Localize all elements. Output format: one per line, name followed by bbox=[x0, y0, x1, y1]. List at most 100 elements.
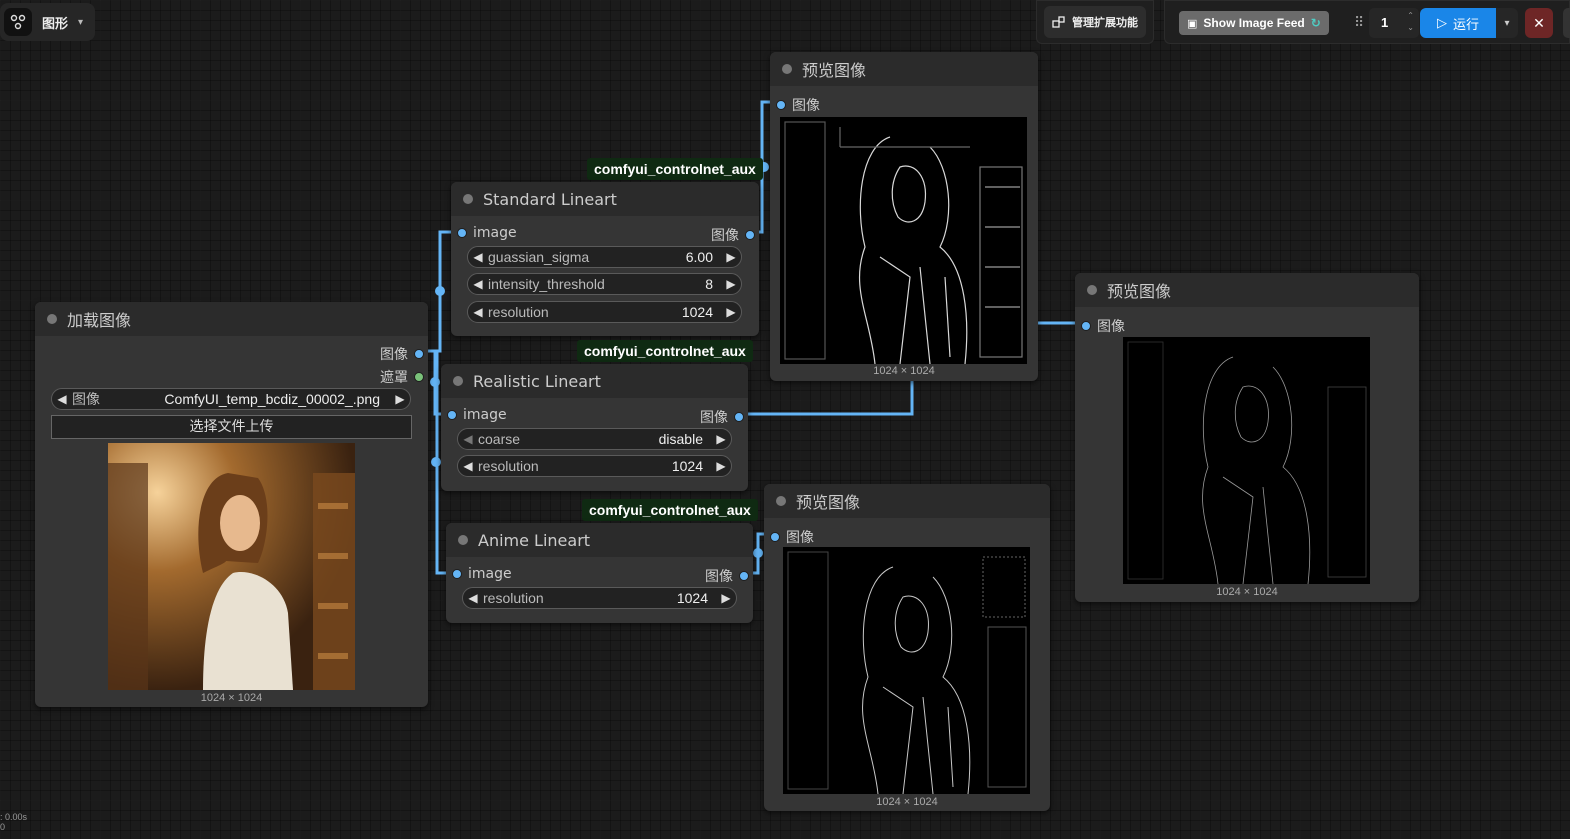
run-label: 运行 bbox=[1452, 17, 1479, 33]
node-header[interactable]: Realistic Lineart bbox=[441, 364, 748, 398]
realistic-lineart-node[interactable]: Realistic Lineart image 图像 ◀ coarse disabl… bbox=[441, 364, 748, 491]
node-header[interactable]: 加载图像 bbox=[35, 302, 428, 336]
collapse-dot[interactable] bbox=[458, 535, 468, 545]
decrement-arrow-icon[interactable]: ◀ bbox=[458, 459, 478, 473]
node-header[interactable]: Anime Lineart bbox=[446, 523, 753, 557]
slot-label: 遮罩 bbox=[380, 370, 408, 386]
input-image-slot[interactable]: 图像 bbox=[776, 95, 820, 115]
widget-value: 1024 bbox=[676, 590, 708, 606]
increment-arrow-icon[interactable]: ▶ bbox=[390, 392, 410, 406]
close-icon[interactable]: ✕ bbox=[1525, 8, 1553, 38]
widget-value: disable bbox=[658, 431, 703, 447]
output-pin[interactable] bbox=[414, 349, 424, 359]
output-pin[interactable] bbox=[745, 230, 755, 240]
run-panel: ▣ Show Image Feed ↻ ⠿ 1 ⌃ ⌄ ▷ 运行 ▾ ✕ bbox=[1164, 0, 1570, 44]
node-header[interactable]: 预览图像 bbox=[764, 484, 1050, 518]
stepper-arrows-icon[interactable]: ⌃ ⌄ bbox=[1407, 10, 1414, 34]
input-pin[interactable] bbox=[447, 410, 457, 420]
run-button[interactable]: ▷ 运行 bbox=[1420, 8, 1496, 38]
output-image-slot[interactable]: 图像 bbox=[700, 407, 744, 427]
intensity-threshold-widget[interactable]: ◀ intensity_threshold 8 ▶ bbox=[467, 273, 742, 295]
node-header[interactable]: 预览图像 bbox=[770, 52, 1038, 86]
slot-label: 图像 bbox=[792, 98, 820, 114]
input-image-slot[interactable]: image bbox=[452, 566, 512, 582]
input-image-slot[interactable]: 图像 bbox=[770, 527, 814, 547]
increment-arrow-icon[interactable]: ▶ bbox=[721, 277, 741, 291]
node-title: 预览图像 bbox=[1107, 282, 1172, 301]
input-pin[interactable] bbox=[452, 569, 462, 579]
collapse-dot[interactable] bbox=[463, 194, 473, 204]
guassian-sigma-widget[interactable]: ◀ guassian_sigma 6.00 ▶ bbox=[467, 246, 742, 268]
coarse-widget[interactable]: ◀ coarse disable ▶ bbox=[457, 428, 732, 450]
node-title: Realistic Lineart bbox=[473, 371, 601, 391]
output-pin[interactable] bbox=[734, 412, 744, 422]
image-file-widget[interactable]: ◀ 图像 ComfyUI_temp_bcdiz_00002_.png ▶ bbox=[51, 388, 411, 410]
output-pin[interactable] bbox=[414, 372, 424, 382]
drag-handle-icon[interactable]: ⠿ bbox=[1354, 14, 1364, 31]
collapse-dot[interactable] bbox=[782, 64, 792, 74]
increment-arrow-icon[interactable]: ▶ bbox=[721, 250, 741, 264]
resolution-widget[interactable]: ◀ resolution 1024 ▶ bbox=[457, 455, 732, 477]
increment-arrow-icon[interactable]: ▶ bbox=[711, 459, 731, 473]
chevron-down-icon: ▾ bbox=[78, 16, 84, 28]
increment-arrow-icon[interactable]: ▶ bbox=[711, 432, 731, 446]
collapse-dot[interactable] bbox=[453, 376, 463, 386]
image-feed-icon: ▣ bbox=[1187, 17, 1198, 30]
preview-image-node[interactable]: 预览图像 图像 1024 × 1024 bbox=[764, 484, 1050, 811]
widget-name: 图像 bbox=[72, 391, 100, 407]
preview-image-node[interactable]: 预览图像 图像 1024 × 1024 bbox=[1075, 273, 1419, 602]
extensions-icon bbox=[1052, 15, 1065, 28]
queue-count-input[interactable]: 1 ⌃ ⌄ bbox=[1369, 8, 1419, 38]
output-image-slot[interactable]: 图像 bbox=[380, 344, 424, 364]
output-pin[interactable] bbox=[739, 571, 749, 581]
widget-value: 1024 bbox=[681, 304, 713, 320]
input-pin[interactable] bbox=[457, 228, 467, 238]
increment-arrow-icon[interactable]: ▶ bbox=[716, 591, 736, 605]
widget-name: resolution bbox=[478, 458, 539, 474]
show-image-feed-button[interactable]: ▣ Show Image Feed ↻ bbox=[1179, 11, 1329, 35]
stats-line: 0 bbox=[0, 822, 6, 832]
output-mask-slot[interactable]: 遮罩 bbox=[380, 367, 424, 387]
input-image-slot[interactable]: image bbox=[447, 407, 507, 423]
output-image-slot[interactable]: 图像 bbox=[705, 566, 749, 586]
comfy-logo-icon[interactable] bbox=[4, 8, 32, 36]
decrement-arrow-icon[interactable]: ◀ bbox=[463, 591, 483, 605]
standard-lineart-node[interactable]: Standard Lineart image 图像 ◀ guassian_sigm… bbox=[451, 182, 759, 336]
collapse-dot[interactable] bbox=[776, 496, 786, 506]
widget-value: 1024 bbox=[671, 458, 703, 474]
run-options-chevron-icon[interactable]: ▾ bbox=[1496, 8, 1518, 38]
collapse-dot[interactable] bbox=[1087, 285, 1097, 295]
decrement-arrow-icon[interactable]: ◀ bbox=[458, 432, 478, 446]
decrement-arrow-icon[interactable]: ◀ bbox=[468, 305, 488, 319]
input-image-slot[interactable]: image bbox=[457, 225, 517, 241]
input-pin[interactable] bbox=[770, 532, 780, 542]
reroute-dot bbox=[430, 377, 440, 387]
widget-value: 6.00 bbox=[685, 249, 713, 265]
decrement-arrow-icon[interactable]: ◀ bbox=[468, 250, 488, 264]
resolution-widget[interactable]: ◀ resolution 1024 ▶ bbox=[462, 587, 737, 609]
upload-file-button[interactable]: 选择文件上传 bbox=[51, 415, 412, 439]
image-size-label: 1024 × 1024 bbox=[873, 365, 935, 377]
output-image-slot[interactable]: 图像 bbox=[711, 225, 755, 245]
increment-arrow-icon[interactable]: ▶ bbox=[721, 305, 741, 319]
resolution-widget[interactable]: ◀ resolution 1024 ▶ bbox=[467, 301, 742, 323]
manage-extensions-label: 管理扩展功能 bbox=[1072, 16, 1138, 29]
reroute-dot bbox=[753, 548, 763, 558]
collapse-dot[interactable] bbox=[47, 314, 57, 324]
image-size-label: 1024 × 1024 bbox=[200, 692, 263, 704]
manage-extensions-button[interactable]: 管理扩展功能 bbox=[1044, 6, 1146, 38]
preview-image-node[interactable]: 预览图像 图像 1024 × 1024 bbox=[770, 52, 1038, 381]
input-image-slot[interactable]: 图像 bbox=[1081, 316, 1125, 336]
input-pin[interactable] bbox=[1081, 321, 1091, 331]
anime-lineart-node[interactable]: Anime Lineart image 图像 ◀ resolution 1024 ▶ bbox=[446, 523, 753, 623]
node-header[interactable]: 预览图像 bbox=[1075, 273, 1419, 307]
node-header[interactable]: Standard Lineart bbox=[451, 182, 759, 216]
input-pin[interactable] bbox=[776, 100, 786, 110]
workflow-menu[interactable]: 图形 ▾ bbox=[0, 3, 95, 41]
decrement-arrow-icon[interactable]: ◀ bbox=[52, 392, 72, 406]
widget-value: 8 bbox=[705, 276, 713, 292]
load-image-node[interactable]: 加载图像 图像 遮罩 ◀ 图像 ComfyUI_temp_bcdiz_00002… bbox=[35, 302, 428, 707]
decrement-arrow-icon[interactable]: ◀ bbox=[468, 277, 488, 291]
source-photo bbox=[108, 443, 355, 690]
overflow-button[interactable] bbox=[1563, 8, 1570, 38]
